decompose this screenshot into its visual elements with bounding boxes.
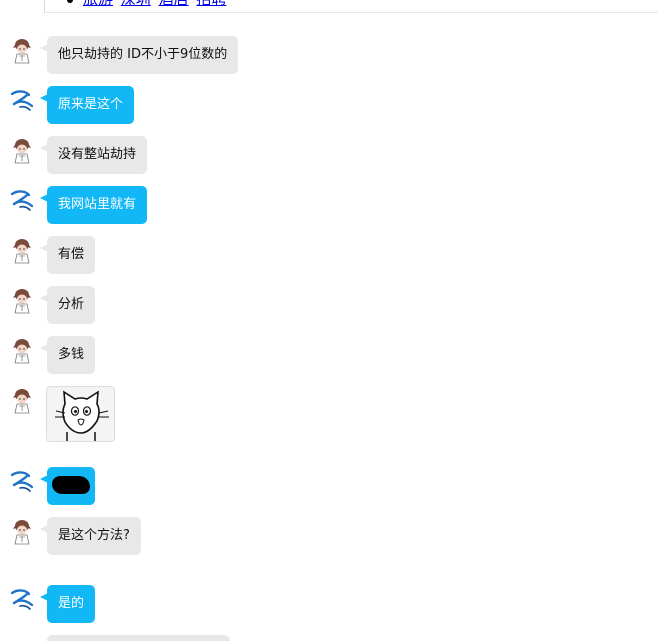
message-bubble[interactable]: 是这个方法?: [40, 517, 141, 555]
quoted-links: 旅游 深圳 酒店 招聘: [67, 0, 229, 8]
message-bubble[interactable]: 有偿: [39, 236, 96, 274]
friend-avatar-icon[interactable]: [8, 286, 36, 314]
friend-avatar-icon[interactable]: [8, 236, 36, 264]
message-bubble[interactable]: 原来是这个: [39, 86, 135, 124]
my-avatar-icon[interactable]: [8, 186, 36, 214]
cat-face-sticker[interactable]: [46, 386, 115, 442]
link-jobs[interactable]: 招聘: [196, 0, 226, 8]
friend-avatar-icon[interactable]: [8, 517, 36, 545]
list-bullet: [67, 0, 73, 3]
message-bubble[interactable]: 分析: [39, 286, 96, 324]
message-bubble[interactable]: 我网站里就有: [39, 186, 148, 224]
friend-avatar-icon[interactable]: [8, 386, 36, 414]
redacted-message-bubble[interactable]: [40, 467, 95, 505]
message-bubble[interactable]: 是的: [39, 585, 96, 623]
friend-avatar-icon[interactable]: [8, 336, 36, 364]
friend-avatar-icon[interactable]: [8, 36, 36, 64]
next-message-bubble-fragment: [47, 635, 230, 641]
black-redaction-scribble: [52, 476, 90, 494]
friend-avatar-icon[interactable]: [8, 136, 36, 164]
my-avatar-icon[interactable]: [8, 585, 36, 613]
link-hotel[interactable]: 酒店: [159, 0, 189, 8]
message-bubble[interactable]: 多钱: [39, 336, 96, 374]
link-travel[interactable]: 旅游: [83, 0, 113, 8]
message-bubble[interactable]: 没有整站劫持: [39, 136, 148, 174]
my-avatar-icon[interactable]: [8, 86, 36, 114]
my-avatar-icon[interactable]: [8, 467, 36, 495]
quoted-content-strip: 旅游 深圳 酒店 招聘: [44, 0, 658, 13]
message-bubble[interactable]: 他只劫持的 ID不小于9位数的: [39, 36, 239, 74]
link-shenzhen[interactable]: 深圳: [121, 0, 151, 8]
